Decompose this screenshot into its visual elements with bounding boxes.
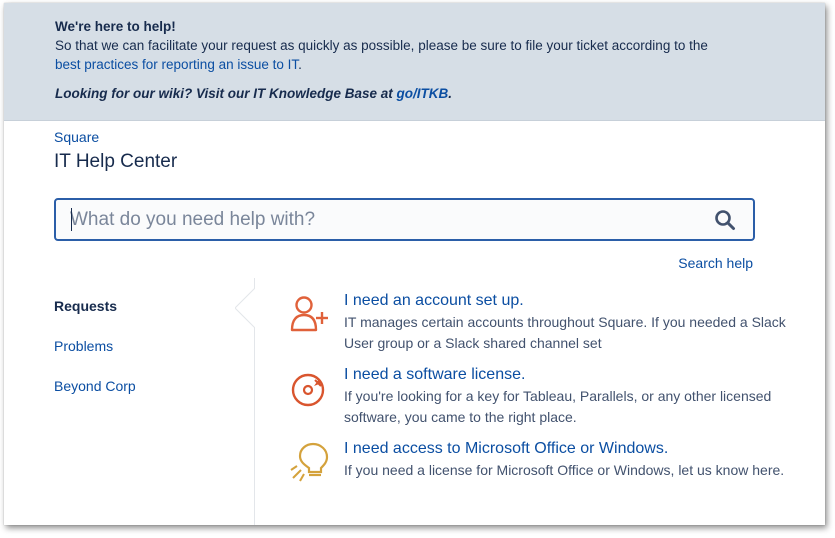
add-user-icon [288, 292, 332, 336]
search-help-link[interactable]: Search help [678, 255, 753, 271]
sidebar-item-beyond-corp[interactable]: Beyond Corp [54, 378, 234, 398]
info-banner: We're here to help! So that we can facil… [4, 3, 825, 121]
help-center-window: We're here to help! So that we can facil… [4, 3, 825, 525]
sidebar-nav: Requests Problems Beyond Corp [54, 298, 234, 418]
request-type-software-license[interactable]: I need a software license. If you're loo… [286, 364, 806, 428]
request-description: If you need a license for Microsoft Offi… [344, 462, 785, 478]
banner-message-text: So that we can facilitate your request a… [55, 38, 708, 53]
banner-link-suffix: . [298, 57, 302, 72]
request-description: If you're looking for a key for Tableau,… [344, 388, 772, 425]
itkb-link[interactable]: go/ITKB [397, 86, 449, 101]
request-title[interactable]: I need access to Microsoft Office or Win… [344, 438, 806, 460]
request-title[interactable]: I need a software license. [344, 364, 806, 386]
request-title[interactable]: I need an account set up. [344, 290, 806, 312]
page-title: IT Help Center [54, 151, 178, 172]
sidebar-item-requests[interactable]: Requests [54, 298, 234, 318]
breadcrumb-square[interactable]: Square [54, 129, 99, 145]
text-cursor [71, 208, 72, 231]
request-type-account[interactable]: I need an account set up. IT manages cer… [286, 290, 806, 354]
wiki-suffix: . [448, 86, 453, 101]
sidebar-item-problems[interactable]: Problems [54, 338, 234, 358]
best-practices-link[interactable]: best practices for reporting an issue to… [55, 57, 298, 72]
disc-icon [288, 366, 332, 410]
banner-title: We're here to help! [55, 19, 176, 34]
wiki-text: Looking for our wiki? Visit our IT Knowl… [55, 86, 397, 101]
lightbulb-icon [288, 440, 332, 484]
search-box[interactable] [54, 198, 755, 241]
search-icon[interactable] [705, 200, 745, 239]
wiki-notice: Looking for our wiki? Visit our IT Knowl… [55, 84, 825, 103]
banner-message: So that we can facilitate your request a… [55, 36, 825, 74]
request-type-list: I need an account set up. IT manages cer… [286, 290, 806, 491]
search-input[interactable] [56, 199, 705, 240]
active-pointer-arrow [235, 288, 255, 328]
request-description: IT manages certain accounts throughout S… [344, 314, 786, 351]
request-type-microsoft-office[interactable]: I need access to Microsoft Office or Win… [286, 438, 806, 484]
